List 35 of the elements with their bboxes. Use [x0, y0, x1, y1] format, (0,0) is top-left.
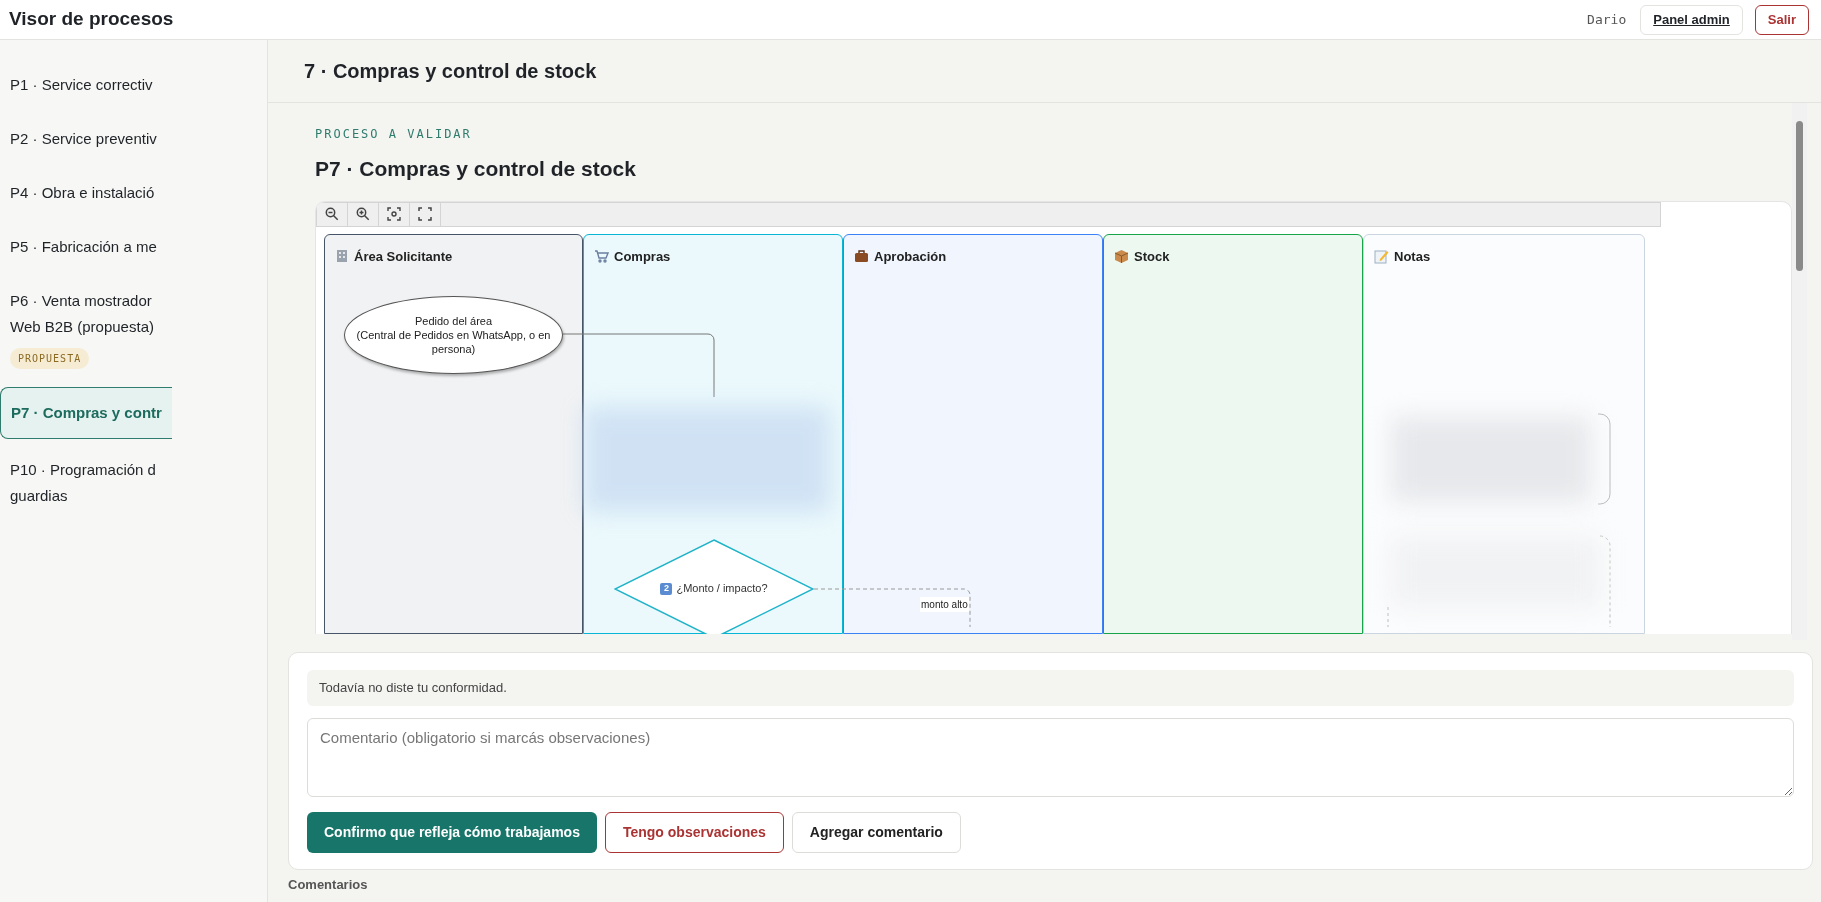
status-badge: PROPUESTA	[10, 348, 90, 369]
lane-title: Notas	[1394, 247, 1431, 266]
cart-icon	[594, 249, 609, 264]
lane-title: Área Solicitante	[354, 247, 453, 266]
logout-button[interactable]: Salir	[1754, 4, 1809, 35]
start-node[interactable]: Pedido del área (Central de Pedidos en WhatsApp, o en persona)	[344, 295, 563, 374]
observations-button[interactable]: Tengo observaciones	[604, 812, 784, 853]
edge-label: monto alto	[920, 596, 969, 612]
lane-title: Stock	[1134, 247, 1170, 266]
memo-icon	[1374, 248, 1389, 264]
decision-label: ¿Monto / impacto?	[676, 581, 768, 597]
sidebar-item[interactable]: P7 · Compras y contr	[0, 387, 172, 439]
building-icon	[335, 249, 349, 264]
page-title: 7 · Compras y control de stock	[304, 59, 597, 84]
decision-node[interactable]: 2 ¿Monto / impacto?	[614, 538, 814, 634]
confirm-button[interactable]: Confirmo que refleja cómo trabajamos	[307, 812, 597, 853]
box-icon	[1114, 248, 1129, 264]
app-title: Visor de procesos	[9, 7, 174, 32]
sidebar-item[interactable]: P2 · Service preventiv	[0, 112, 167, 166]
briefcase-icon	[854, 249, 869, 264]
status-message: Todavía no diste tu conformidad.	[307, 670, 1794, 706]
sidebar-item[interactable]: P1 · Service correctiv	[0, 58, 163, 112]
sidebar-item[interactable]: P10 · Programación d guardias	[0, 443, 166, 523]
sidebar-item[interactable]: P4 · Obra e instalació	[0, 166, 165, 220]
sidebar-item[interactable]: P5 · Fabricación a me	[0, 220, 167, 274]
lane-title: Compras	[614, 247, 671, 266]
process-title: P7 · Compras y control de stock	[315, 156, 637, 182]
user-name: Dario	[1587, 10, 1627, 29]
sidebar-item[interactable]: P6 · Venta mostrador Web B2B (propuesta) PROPUESTA	[0, 274, 164, 383]
eyebrow-label: PROCESO A VALIDAR	[315, 126, 473, 143]
lane-title: Aprobación	[874, 247, 947, 266]
admin-link[interactable]: Panel admin	[1640, 4, 1743, 35]
section-heading: Comentarios	[288, 876, 369, 894]
add-comment-button[interactable]: Agregar comentario	[791, 812, 961, 853]
comment-field[interactable]: Comentario (obligatorio si marcás observaciones)	[307, 718, 1794, 797]
